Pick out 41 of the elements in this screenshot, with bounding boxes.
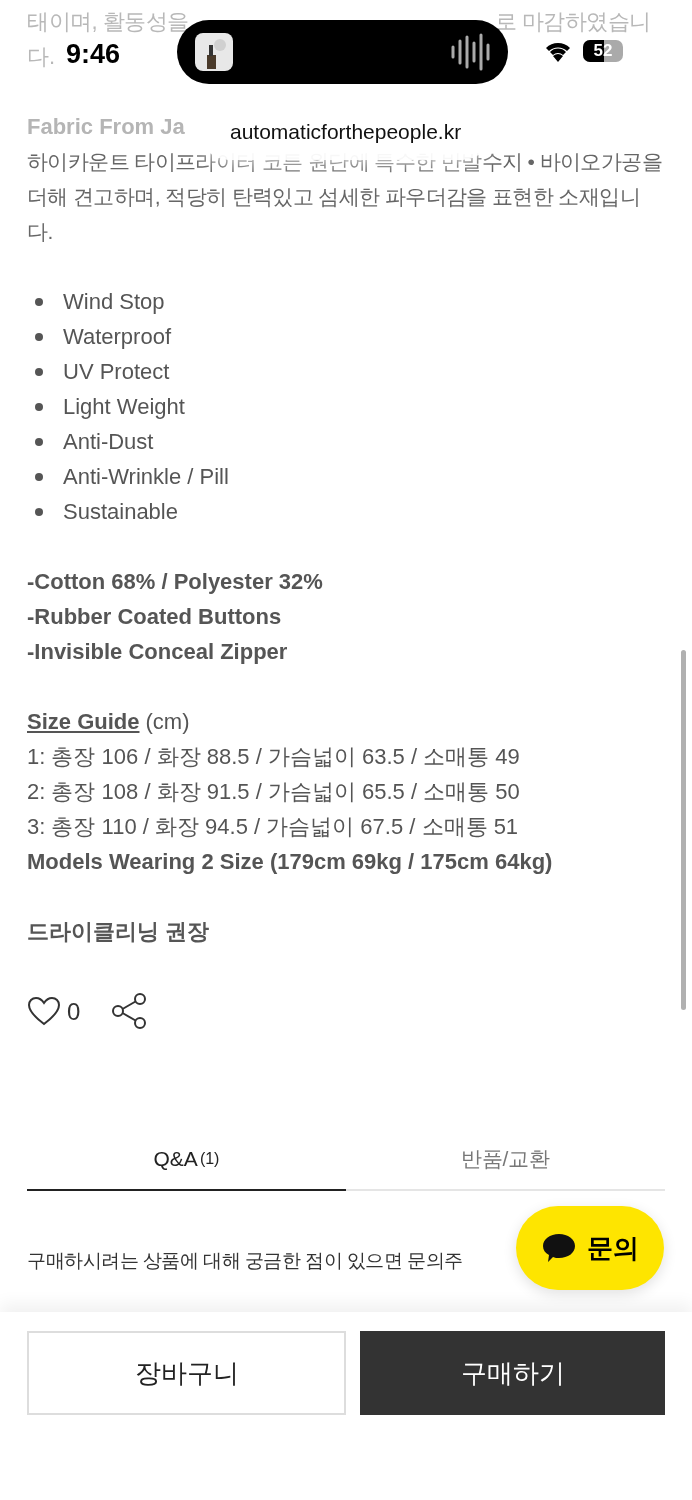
bullet-icon: [35, 402, 43, 411]
list-item: Wind Stop: [63, 288, 165, 316]
list-item: Waterproof: [63, 323, 171, 351]
bullet-icon: [35, 437, 43, 446]
bullet-icon: [35, 297, 43, 306]
tab[interactable]: Q&A(1): [27, 1129, 346, 1191]
bullet-icon: [35, 472, 43, 481]
spec-line: -Invisible Conceal Zipper: [27, 638, 289, 666]
bullet-icon: [35, 507, 43, 516]
unit-label: (cm): [145, 708, 190, 736]
spec-line: -Cotton 68% / Polyester 32%: [27, 568, 324, 596]
share-icon[interactable]: [110, 992, 149, 1030]
models-note: Models Wearing 2 Size (179cm 69kg / 175cm 64kg): [27, 848, 554, 876]
list-item: Anti-Wrinkle / Pill: [63, 463, 229, 491]
size-row-text: 2: 총장 108 / 화장 91.5 / 가슴넓이 65.5 / 소매통 50: [27, 778, 521, 806]
size-row-text: 1: 총장 106 / 화장 88.5 / 가슴넓이 63.5 / 소매통 49: [27, 743, 521, 771]
list-item: UV Protect: [63, 358, 170, 386]
like-count: 0: [67, 996, 81, 1027]
size-row-text: 3: 총장 110 / 화장 94.5 / 가슴넓이 67.5 / 소매통 51: [27, 813, 520, 841]
qa-prompt: 구매하시려는 상품에 대해 궁금한 점이 있으면 문의주: [27, 1249, 463, 1273]
care-note: 드라이클리닝 권장: [27, 918, 211, 946]
speech-bubble-icon: [541, 1232, 577, 1264]
text-fragment: 태이며, 활동성을: [27, 8, 189, 36]
spec-line: -Rubber Coated Buttons: [27, 603, 283, 631]
inquiry-button[interactable]: 문의: [516, 1206, 664, 1290]
cart-button[interactable]: 장바구니: [27, 1331, 346, 1415]
size-guide-title: Size Guide: [27, 708, 140, 736]
tab[interactable]: 반품/교환: [346, 1129, 665, 1191]
bullet-icon: [35, 367, 43, 376]
bullet-icon: [35, 332, 43, 341]
buy-button[interactable]: 구매하기: [360, 1331, 665, 1415]
text-fragment: 로 마감하였습니: [494, 8, 651, 36]
heart-icon[interactable]: [27, 996, 61, 1026]
list-item: Sustainable: [63, 498, 178, 526]
section-title: Fabric From Ja: [27, 113, 185, 141]
list-item: Anti-Dust: [63, 428, 154, 456]
clock: 9:46: [66, 38, 121, 71]
list-item: Light Weight: [63, 393, 185, 421]
wifi-icon: [544, 40, 572, 62]
waveform-icon: [450, 33, 490, 71]
text-fragment: 다.: [27, 43, 56, 71]
